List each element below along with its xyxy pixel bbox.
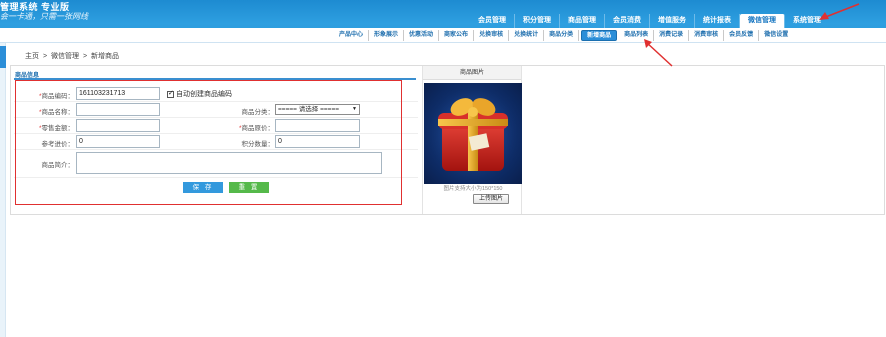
auto-code-option[interactable]: 自动创建商品编码 — [167, 89, 232, 99]
breadcrumb-separator: > — [82, 53, 88, 60]
breadcrumb-home[interactable]: 主页 — [25, 53, 39, 60]
form-row: 商品简介： — [14, 150, 418, 178]
main-nav-reports[interactable]: 统计报表 — [695, 14, 740, 28]
main-nav-wechat[interactable]: 微信管理 — [740, 14, 785, 28]
sub-nav-exchange-stats[interactable]: 兑换统计 — [509, 30, 545, 41]
breadcrumb-section[interactable]: 微信管理 — [51, 53, 79, 60]
main-nav-goods[interactable]: 商品管理 — [560, 14, 605, 28]
reference-price-label: 参考进价： — [41, 141, 75, 148]
form-row: *零售金额： *商品原价： — [14, 118, 418, 134]
upload-image-button[interactable]: 上传图片 — [473, 194, 509, 204]
sub-nav-exchange-review[interactable]: 兑换审核 — [474, 30, 510, 41]
sub-nav: 产品中心 形象展示 优惠活动 商家公布 兑换审核 兑换统计 商品分类 新增商品 … — [0, 28, 886, 43]
category-select-value: ===== 请选择 ===== — [278, 106, 340, 113]
sub-nav-consume-review[interactable]: 消费审核 — [689, 30, 725, 41]
auto-code-label: 自动创建商品编码 — [176, 91, 232, 98]
sub-nav-member-feedback[interactable]: 会员反馈 — [724, 30, 760, 41]
save-button[interactable]: 保 存 — [183, 182, 223, 193]
product-name-label: *商品名称： — [38, 109, 74, 116]
section-divider — [14, 78, 416, 80]
form-row: *商品名称： 商品分类： ===== 请选择 ===== ▼ — [14, 102, 418, 118]
product-image-preview — [424, 83, 522, 184]
reset-button[interactable]: 重 置 — [229, 182, 269, 193]
form-row: *商品编码： 161103231713 自动创建商品编码 — [14, 86, 418, 102]
retail-price-input[interactable] — [76, 119, 160, 132]
sub-nav-announcements[interactable]: 商家公布 — [439, 30, 475, 41]
sub-nav-add-goods[interactable]: 新增商品 — [581, 30, 618, 41]
product-image-hint: 图片支持大小为150*150 — [443, 186, 503, 192]
sub-nav-image-display[interactable]: 形象展示 — [369, 30, 405, 41]
reference-price-input[interactable]: 0 — [76, 135, 160, 148]
chevron-down-icon: ▼ — [352, 106, 357, 112]
breadcrumb-separator: > — [42, 53, 48, 60]
main-nav-value-added[interactable]: 增值服务 — [650, 14, 695, 28]
category-label: 商品分类： — [241, 109, 275, 116]
breadcrumb-current: 新增商品 — [91, 53, 119, 60]
intro-label: 商品简介： — [41, 162, 75, 169]
main-nav-points[interactable]: 积分管理 — [515, 14, 560, 28]
sidebar-toggle-tab[interactable] — [0, 46, 6, 68]
main-nav: 会员管理 积分管理 商品管理 会员消费 增值服务 统计报表 微信管理 系统管理 — [470, 14, 829, 28]
auto-code-checkbox[interactable] — [167, 89, 174, 98]
points-label: 积分数量： — [241, 141, 275, 148]
retail-price-label: *零售金额： — [38, 125, 74, 132]
sub-nav-product-center[interactable]: 产品中心 — [334, 30, 370, 41]
main-nav-system[interactable]: 系统管理 — [785, 14, 829, 28]
main-nav-member[interactable]: 会员管理 — [470, 14, 515, 28]
original-price-label: *商品原价： — [238, 125, 274, 132]
points-input[interactable]: 0 — [275, 135, 360, 148]
sub-nav-wechat-settings[interactable]: 微信设置 — [759, 30, 793, 41]
content-panel: 商品信息 *商品编码： 161103231713 自动创建商品编码 *商品名称：… — [10, 65, 885, 215]
sub-nav-promotions[interactable]: 优惠活动 — [404, 30, 440, 41]
product-name-input[interactable] — [76, 103, 160, 116]
sub-nav-goods-list[interactable]: 商品列表 — [619, 30, 655, 41]
product-code-input[interactable]: 161103231713 — [76, 87, 160, 100]
breadcrumb: 主页 > 微信管理 > 新增商品 — [25, 51, 121, 61]
sub-nav-consume-records[interactable]: 消费记录 — [654, 30, 690, 41]
product-code-label: *商品编码： — [38, 93, 74, 100]
intro-textarea[interactable] — [76, 152, 382, 174]
sub-nav-goods-category[interactable]: 商品分类 — [544, 30, 580, 41]
left-sidebar-strip — [0, 43, 6, 337]
form-row: 参考进价： 0 积分数量： 0 — [14, 134, 418, 150]
app-slogan: 会一卡通，只需一张网线 — [0, 12, 88, 21]
original-price-input[interactable] — [275, 119, 360, 132]
main-nav-consume[interactable]: 会员消费 — [605, 14, 650, 28]
product-image-title: 商品图片 — [423, 66, 521, 80]
product-image-panel: 商品图片 图片支持大小为150*150 上传图片 — [422, 66, 522, 214]
category-select[interactable]: ===== 请选择 ===== ▼ — [275, 104, 360, 115]
gift-box-icon — [424, 83, 522, 184]
